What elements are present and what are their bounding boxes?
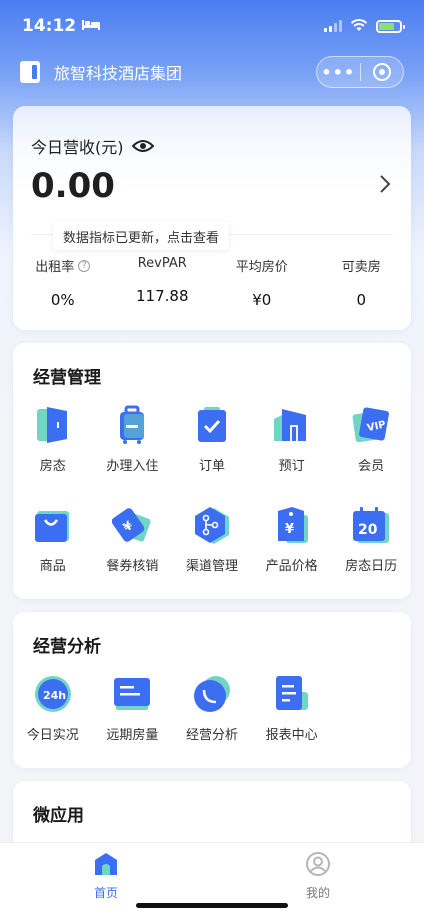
grid-label: 订单: [198, 459, 225, 474]
section-title: 微应用: [33, 806, 84, 826]
metric-occupancy: 出租率? 0%: [13, 256, 113, 309]
grid-label: 办理入住: [106, 459, 159, 474]
user-profile-icon: [305, 851, 331, 881]
clipboard-check-icon: [192, 405, 232, 445]
grid-label: 会员: [358, 459, 385, 474]
metric-label: 出租率: [35, 260, 75, 275]
grid-item-room-calendar[interactable]: 20 房态日历: [331, 505, 411, 574]
grid-label: 今日实况: [26, 728, 79, 743]
grid-item-forward-volume[interactable]: 远期房量: [93, 674, 173, 743]
management-row-1: 房态 办理入住 订单 预订 VIP 会员: [13, 405, 411, 474]
report-icon: [272, 674, 312, 714]
status-time: 14:12: [22, 16, 77, 36]
grid-item-goods[interactable]: 商品: [13, 505, 93, 574]
door-icon: [33, 405, 73, 445]
24h-icon: 24h: [33, 674, 73, 714]
grid-item-room-status[interactable]: 房态: [13, 405, 93, 474]
grid-item-check-in[interactable]: 办理入住: [93, 405, 173, 474]
grid-label: 远期房量: [106, 728, 159, 743]
analysis-card: 经营分析 24h 今日实况 远期房量 经营分析 报表中心: [13, 612, 411, 768]
grid-label: 商品: [39, 559, 66, 574]
signal-icon: [324, 20, 342, 32]
grid-label: 产品价格: [265, 559, 318, 574]
yen-ticket-icon: ¥: [112, 505, 152, 545]
metric-value: ¥0: [252, 291, 272, 309]
grid-item-member[interactable]: VIP 会员: [331, 405, 411, 474]
grid-label: 房态日历: [345, 559, 398, 574]
grid-item-meal-voucher[interactable]: ¥ 餐券核销: [93, 505, 173, 574]
tab-label: 首页: [93, 886, 118, 900]
help-icon[interactable]: ?: [78, 259, 91, 272]
grid-item-channel[interactable]: 渠道管理: [172, 505, 252, 574]
grid-label: 报表中心: [265, 728, 318, 743]
revenue-value: 0.00: [31, 166, 115, 206]
metric-label: 可卖房: [341, 260, 381, 275]
price-tag-icon: ¥: [272, 505, 312, 545]
close-ring-icon: [372, 63, 391, 81]
grid-item-today-live[interactable]: 24h 今日实况: [13, 674, 93, 743]
grid-label: 预订: [278, 459, 305, 474]
management-card: 经营管理 房态 办理入住 订单 预订 VIP 会员 商品 ¥ 餐券核销 渠道管理…: [13, 343, 411, 599]
channel-hexagon-icon: [192, 505, 232, 545]
building-icon: [272, 405, 312, 445]
metric-available-rooms: 可卖房 0: [312, 256, 412, 309]
revenue-label: 今日营收(元): [31, 138, 124, 157]
update-toast[interactable]: 数据指标已更新，点击查看: [53, 222, 230, 250]
grid-item-business-analysis[interactable]: 经营分析: [172, 674, 252, 743]
grid-label: 渠道管理: [185, 559, 238, 574]
chevron-right-icon[interactable]: [379, 174, 391, 198]
status-bar: 14:12: [0, 0, 424, 52]
more-button[interactable]: •••: [317, 63, 360, 82]
eye-icon[interactable]: [131, 139, 154, 153]
metric-label: RevPAR: [137, 256, 187, 271]
clock-text: 24h: [43, 689, 66, 702]
metrics-row: 出租率? 0% RevPAR 117.88 平均房价 ¥0 可卖房 0: [13, 256, 411, 309]
metric-label: 平均房价: [235, 260, 288, 275]
metric-value: 0%: [50, 291, 75, 309]
svg-text:¥: ¥: [285, 522, 294, 537]
vip-card-icon: VIP: [351, 405, 391, 445]
revenue-card[interactable]: 今日营收(元) 0.00 数据指标已更新，点击查看 出租率? 0% RevPAR…: [13, 106, 411, 330]
pie-chart-icon: [192, 674, 232, 714]
analysis-row: 24h 今日实况 远期房量 经营分析 报表中心: [13, 674, 411, 743]
metric-value: 117.88: [136, 287, 189, 305]
management-row-2: 商品 ¥ 餐券核销 渠道管理 ¥ 产品价格 20 房态日历: [13, 505, 411, 574]
calendar-icon: 20: [351, 505, 391, 545]
luggage-icon: [112, 405, 152, 445]
metric-avg-rate: 平均房价 ¥0: [212, 256, 312, 309]
metric-value: 0: [356, 291, 367, 309]
wifi-icon: [350, 17, 368, 36]
grid-label: 餐券核销: [106, 559, 159, 574]
tab-bar: 首页 我的: [0, 842, 424, 916]
tab-label: 我的: [305, 886, 330, 900]
micro-apps-card: 微应用: [13, 781, 411, 851]
section-title: 经营管理: [33, 368, 101, 388]
shopping-bag-icon: [33, 505, 73, 545]
forward-volume-icon: [112, 674, 152, 714]
grid-item-orders[interactable]: 订单: [172, 405, 252, 474]
nav-bar: 旅智科技酒店集团 •••: [0, 52, 424, 92]
grid-item-report-center[interactable]: 报表中心: [252, 674, 332, 743]
close-button[interactable]: [360, 63, 403, 81]
app-title: 旅智科技酒店集团: [54, 64, 183, 83]
metric-revpar: RevPAR 117.88: [113, 256, 213, 309]
grid-label: 经营分析: [185, 728, 238, 743]
grid-item-booking[interactable]: 预订: [252, 405, 332, 474]
grid-item-product-price[interactable]: ¥ 产品价格: [252, 505, 332, 574]
battery-icon: [376, 19, 405, 33]
grid-label: 房态: [39, 459, 66, 474]
home-icon: [93, 851, 119, 881]
home-indicator: [136, 903, 288, 908]
miniprogram-capsule: •••: [316, 56, 404, 88]
bed-icon: [82, 18, 101, 34]
calendar-day: 20: [358, 522, 378, 538]
hotel-logo-icon: [20, 61, 40, 83]
section-title: 经营分析: [33, 637, 101, 657]
